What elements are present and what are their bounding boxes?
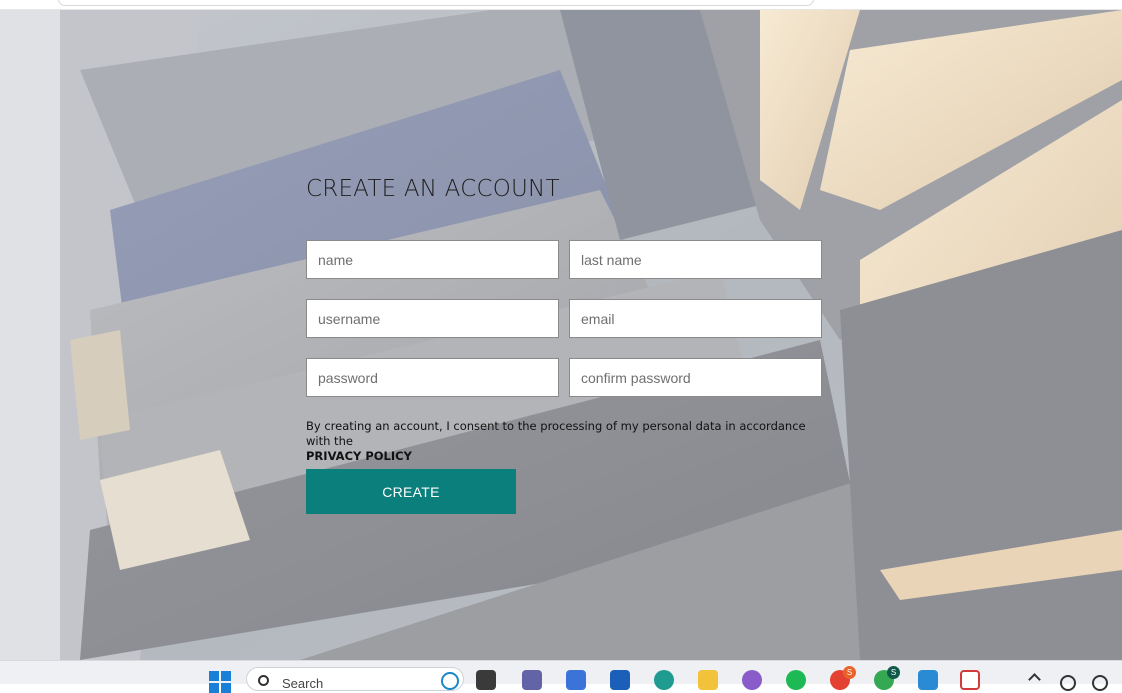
confirm-password-input[interactable] xyxy=(569,358,822,397)
consent-text: By creating an account, I consent to the… xyxy=(306,419,806,448)
windows-taskbar: Search S S xyxy=(0,660,1122,693)
taskbar-search-box[interactable]: Search xyxy=(246,667,464,691)
create-button[interactable]: CREATE xyxy=(306,469,516,514)
task-view-icon[interactable] xyxy=(476,670,496,690)
snipping-tool-icon[interactable] xyxy=(960,670,980,690)
mail-icon[interactable] xyxy=(610,670,630,690)
teams-icon[interactable] xyxy=(522,670,542,690)
network-icon[interactable] xyxy=(1060,675,1076,691)
privacy-policy-link[interactable]: PRIVACY POLICY xyxy=(306,449,822,464)
email-input[interactable] xyxy=(569,299,822,338)
copilot-icon[interactable] xyxy=(566,670,586,690)
bing-icon[interactable] xyxy=(441,672,459,690)
password-input[interactable] xyxy=(306,358,559,397)
username-input[interactable] xyxy=(306,299,559,338)
page-title: CREATE AN ACCOUNT xyxy=(306,176,560,202)
windows-start-icon[interactable] xyxy=(209,671,231,693)
chrome-badge: S xyxy=(843,666,856,679)
wifi-icon[interactable] xyxy=(1092,675,1108,691)
search-icon xyxy=(258,675,269,686)
podcast-icon[interactable] xyxy=(742,670,762,690)
edge-icon[interactable] xyxy=(654,670,674,690)
background-overlay xyxy=(0,10,1122,660)
file-explorer-icon[interactable] xyxy=(698,670,718,690)
browser-tab-edge xyxy=(58,0,814,6)
hero-background xyxy=(0,10,1122,660)
browser-top-edge xyxy=(0,0,1122,10)
consent-notice: By creating an account, I consent to the… xyxy=(306,419,822,464)
vscode-icon[interactable] xyxy=(918,670,938,690)
spotify-icon[interactable] xyxy=(786,670,806,690)
last-name-input[interactable] xyxy=(569,240,822,279)
chrome-profile-badge: S xyxy=(887,666,900,679)
name-input[interactable] xyxy=(306,240,559,279)
